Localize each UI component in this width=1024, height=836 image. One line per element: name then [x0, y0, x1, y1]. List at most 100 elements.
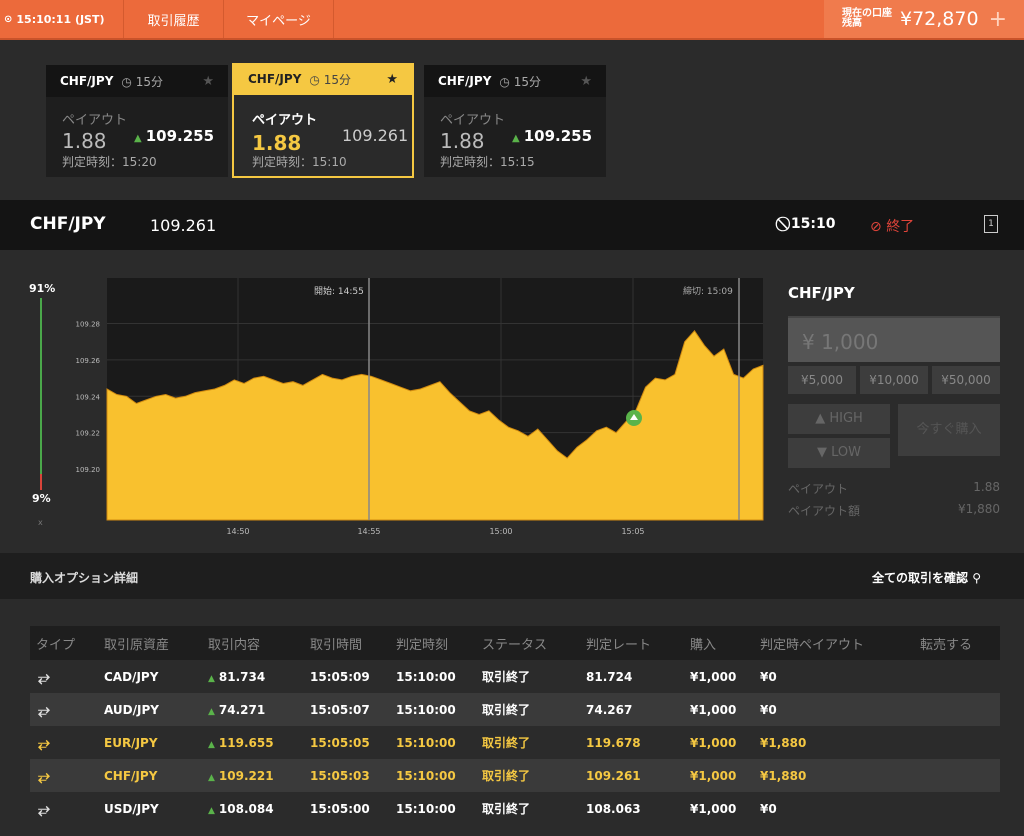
cell-rate: ▲ 109.221 — [208, 768, 274, 783]
cell-payout: ¥0 — [760, 669, 777, 684]
view-all-trades-link[interactable]: 全ての取引を確認 ⚲ — [872, 569, 981, 586]
x-tick-label: 15:05 — [621, 527, 644, 536]
chip-5000[interactable]: ¥5,000 — [788, 366, 856, 394]
window-count-icon[interactable]: 1 — [984, 215, 998, 233]
cell-judge: 15:10:00 — [396, 702, 456, 717]
column-header: ステータス — [482, 637, 548, 653]
cell-time: 15:05:00 — [310, 801, 370, 816]
gauge-close-icon[interactable]: x — [38, 518, 43, 527]
cell-rate: ▲ 108.084 — [208, 801, 274, 816]
chip-10000[interactable]: ¥10,000 — [860, 366, 928, 394]
purchase-details-header: 購入オプション詳細 全ての取引を確認 ⚲ — [0, 553, 1024, 599]
cell-payout: ¥0 — [760, 702, 777, 717]
cell-judge: 15:10:00 — [396, 768, 456, 783]
sentiment-gauge: 91% 9% x — [26, 280, 56, 530]
arrow-up-icon: ▲ — [512, 133, 520, 144]
cell-judge: 15:10:00 — [396, 735, 456, 750]
panel-symbol: CHF/JPY — [788, 284, 855, 302]
trades-table: タイプ 取引原資産 取引内容 取引時間 判定時刻 ステータス 判定レート 購入 判定時ペイアウト… — [30, 626, 1000, 825]
arrow-up-icon: ▲ — [208, 706, 215, 717]
favorite-star-icon[interactable]: ★ — [202, 74, 214, 89]
table-row[interactable]: ⥂ CHF/JPY ▲ 109.221 15:05:03 15:10:00 取引終了 109.… — [30, 759, 1000, 792]
payout-row: ペイアウト 1.88 — [788, 480, 1000, 496]
tile-pair: CHF/JPY — [438, 74, 492, 88]
tile-judge-time: 判定時刻：15:20 — [62, 155, 157, 169]
cell-judge: 15:10:00 — [396, 801, 456, 816]
tile-payout-label: ペイアウト — [62, 113, 128, 128]
tile-payout: 1.88 — [62, 129, 107, 153]
tile-header: CHF/JPY ◷ 15分 ★ — [234, 63, 412, 95]
deposit-plus-icon[interactable]: + — [989, 7, 1007, 32]
favorite-star-icon[interactable]: ★ — [386, 72, 398, 87]
highlow-type-icon: ⥂ — [38, 700, 51, 719]
table-row[interactable]: ⥂ AUD/JPY ▲ 74.271 15:05:07 15:10:00 取引終了 74.26… — [30, 693, 1000, 726]
server-clock: ⊙ 15:10:11 (JST) — [0, 0, 124, 38]
column-header: タイプ — [36, 637, 76, 653]
highlow-type-icon: ⥂ — [38, 766, 51, 785]
tile-judge-time: 判定時刻：15:10 — [252, 155, 347, 169]
cell-status: 取引終了 — [482, 703, 531, 717]
cell-payout: ¥1,880 — [760, 735, 807, 750]
cell-status: 取引終了 — [482, 769, 531, 783]
asset-symbol: CHF/JPY — [30, 214, 106, 234]
tile-header: CHF/JPY ◷ 15分 ★ — [424, 65, 606, 97]
y-tick-label: 109.20 — [76, 466, 101, 474]
tile-duration: ◷ 15分 — [499, 74, 541, 89]
tile-payout-label: ペイアウト — [440, 113, 506, 128]
account-balance: 現在の口座残高 ¥72,870 + — [824, 0, 1024, 38]
gauge-low-bar — [40, 474, 42, 490]
cell-judge-rate: 109.261 — [586, 768, 641, 783]
cell-buy: ¥1,000 — [690, 669, 737, 684]
y-tick-label: 109.22 — [76, 430, 101, 438]
table-row[interactable]: ⥂ CAD/JPY ▲ 81.734 15:05:09 15:10:00 取引終了 81.72… — [30, 660, 1000, 693]
cell-pair: EUR/JPY — [104, 735, 158, 750]
clock-icon: ⊙ — [4, 13, 13, 25]
cell-buy: ¥1,000 — [690, 702, 737, 717]
arrow-up-icon: ▲ — [208, 673, 215, 684]
start-label: 開始: 14:55 — [314, 285, 364, 297]
low-button[interactable]: ▼ LOW — [788, 438, 890, 468]
favorite-star-icon[interactable]: ★ — [580, 74, 592, 89]
column-header: 判定時ペイアウト — [760, 637, 865, 653]
gauge-high-pct: 91% — [29, 282, 56, 295]
chip-50000[interactable]: ¥50,000 — [932, 366, 1000, 394]
search-icon: ⚲ — [972, 571, 981, 585]
high-button[interactable]: ▲ HIGH — [788, 404, 890, 434]
nav-history[interactable]: 取引履歴 — [124, 0, 224, 38]
option-tile-1510[interactable]: CHF/JPY ◷ 15分 ★ ペイアウト 1.88 109.261 判定時刻：… — [232, 63, 414, 178]
arrow-up-icon: ▲ — [208, 805, 215, 816]
column-header: 判定時刻 — [396, 637, 449, 653]
cell-buy: ¥1,000 — [690, 768, 737, 783]
option-tile-1520[interactable]: CHF/JPY ◷ 15分 ★ ペイアウト 1.88 ▲ 109.255 判定時刻… — [46, 65, 228, 177]
arrow-up-icon: ▲ — [208, 739, 215, 750]
buy-now-button[interactable]: 今すぐ購入 — [898, 404, 1000, 456]
option-tile-1515[interactable]: CHF/JPY ◷ 15分 ★ ペイアウト 1.88 ▲ 109.255 判定時刻… — [424, 65, 606, 177]
top-bar: ⊙ 15:10:11 (JST) 取引履歴 マイページ 現在の口座残高 ¥72,… — [0, 0, 1024, 40]
expiry-time: ⃠ 15:10 — [786, 216, 836, 232]
cell-rate: ▲ 119.655 — [208, 735, 274, 750]
cell-rate: ▲ 81.734 — [208, 669, 266, 684]
balance-amount: ¥72,870 — [900, 8, 979, 30]
tile-payout: 1.88 — [440, 129, 485, 153]
gauge-low-pct: 9% — [32, 492, 51, 505]
nav-mypage[interactable]: マイページ — [224, 0, 334, 38]
highlow-type-icon: ⥂ — [38, 799, 51, 818]
table-header: タイプ 取引原資産 取引内容 取引時間 判定時刻 ステータス 判定レート 購入 判定時ペイアウト… — [30, 626, 1000, 660]
y-tick-label: 109.24 — [76, 393, 101, 401]
price-chart: 開始: 14:55 締切: 15:09 109.28 109.26 109.24 10… — [76, 278, 764, 536]
cell-time: 15:05:05 — [310, 735, 370, 750]
amount-input[interactable]: ¥ 1,000 — [788, 316, 1000, 362]
cell-judge: 15:10:00 — [396, 669, 456, 684]
tile-payout-label: ペイアウト — [252, 113, 318, 128]
table-row[interactable]: ⥂ EUR/JPY ▲ 119.655 15:05:05 15:10:00 取引終了 119.… — [30, 726, 1000, 759]
cell-judge-rate: 74.267 — [586, 702, 633, 717]
tile-rate: ▲ 109.255 — [512, 127, 593, 145]
column-header: 取引時間 — [310, 637, 363, 653]
cell-time: 15:05:07 — [310, 702, 370, 717]
column-header: 判定レート — [586, 637, 652, 653]
arrow-up-icon: ▲ — [134, 133, 142, 144]
cell-status: 取引終了 — [482, 802, 531, 816]
table-row[interactable]: ⥂ USD/JPY ▲ 108.084 15:05:00 15:10:00 取引終了 108.… — [30, 792, 1000, 825]
details-title: 購入オプション詳細 — [30, 571, 139, 585]
amount-chips: ¥5,000 ¥10,000 ¥50,000 — [788, 366, 1000, 394]
